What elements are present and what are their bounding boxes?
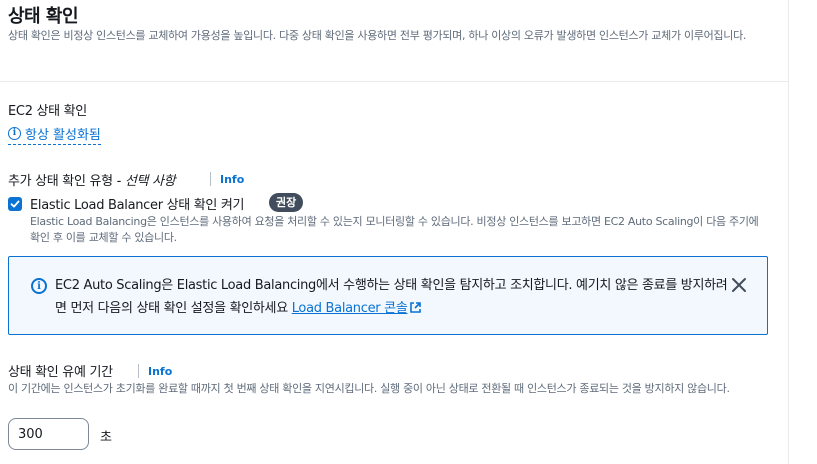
recommended-badge: 권장 <box>269 193 304 212</box>
info-icon: i <box>8 127 21 140</box>
grace-period-unit: 초 <box>100 430 112 445</box>
optional-text: - 선택 사항 <box>112 174 176 189</box>
grace-period-input[interactable] <box>8 418 89 450</box>
section-description: 상태 확인은 비정상 인스턴스를 교체하여 가용성을 높입니다. 다중 상태 확… <box>8 29 747 42</box>
close-icon[interactable] <box>730 276 748 294</box>
ec2-check-status-link[interactable]: i 항상 활성화됨 <box>8 124 101 145</box>
grace-period-label: 상태 확인 유예 기간 <box>8 365 113 380</box>
elb-check-description: Elastic Load Balancing은 인스턴스를 사용하여 요청을 처… <box>30 215 759 244</box>
elb-check-label[interactable]: Elastic Load Balancer 상태 확인 켜기 <box>30 194 245 213</box>
checkmark-icon <box>10 200 20 208</box>
grace-period-info-link[interactable]: Info <box>148 365 172 378</box>
additional-types-info-link[interactable]: Info <box>220 173 244 186</box>
info-alert: i EC2 Auto Scaling은 Elastic Load Balanci… <box>8 256 768 335</box>
grace-period-description: 이 기간에는 인스턴스가 초기화를 완료할 때까지 첫 번째 상태 확인을 지연… <box>8 382 730 395</box>
section-header: 상태 확인 상태 확인은 비정상 인스턴스를 교체하여 가용성을 높입니다. 다… <box>0 0 788 82</box>
load-balancer-console-link[interactable]: Load Balancer 콘솔 <box>292 301 423 316</box>
ec2-check-status-text: 항상 활성화됨 <box>25 128 101 143</box>
elb-check-checkbox[interactable] <box>8 197 22 211</box>
info-icon: i <box>31 278 47 294</box>
external-link-icon <box>410 302 422 313</box>
ec2-check-label: EC2 상태 확인 <box>8 104 87 119</box>
additional-types-label: 추가 상태 확인 유형 - 선택 사항 <box>8 174 176 189</box>
panel-right-border <box>788 0 789 464</box>
divider <box>138 364 139 378</box>
section-title: 상태 확인 <box>8 6 79 27</box>
alert-message: EC2 Auto Scaling은 Elastic Load Balancing… <box>55 278 728 316</box>
divider <box>210 172 211 186</box>
